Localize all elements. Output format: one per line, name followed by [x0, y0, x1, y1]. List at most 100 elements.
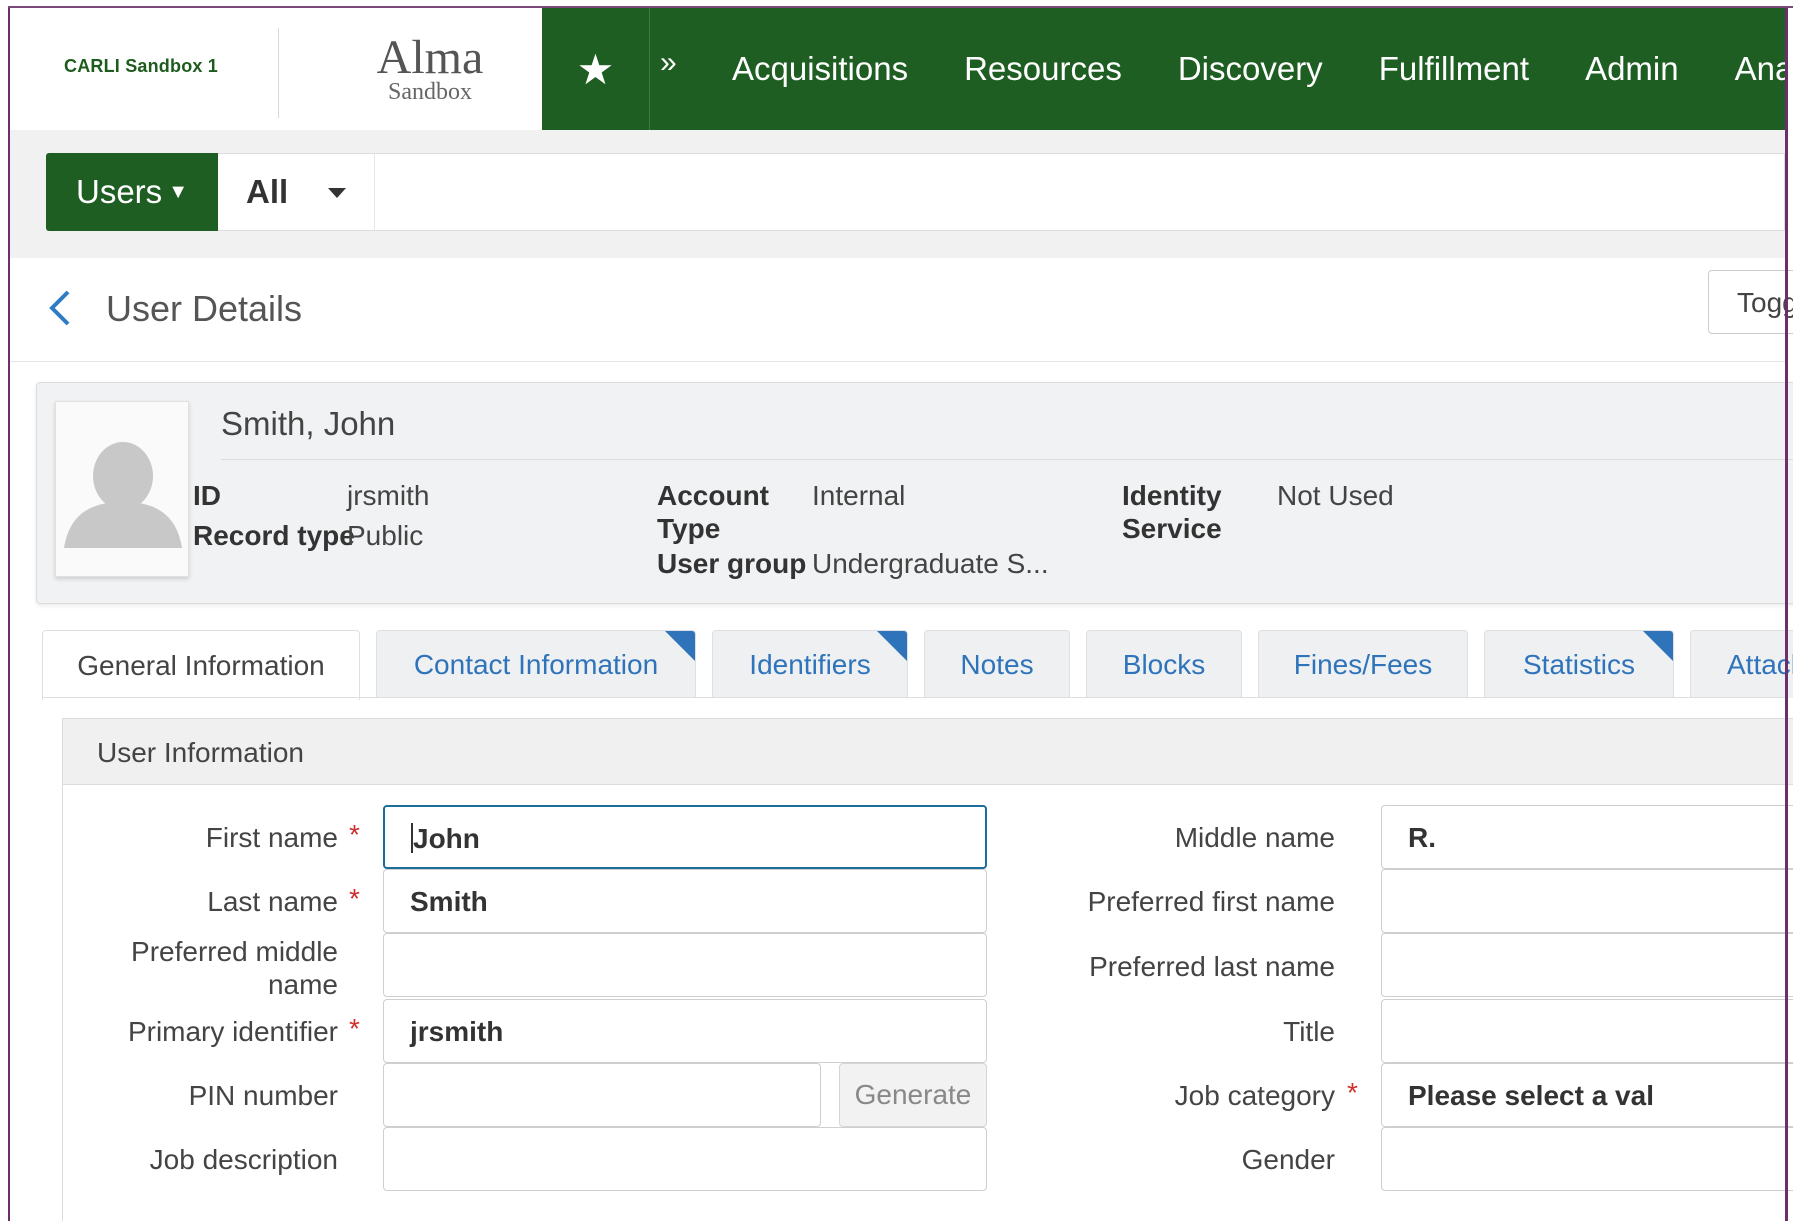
tab-label: General Information	[77, 649, 325, 681]
id-label: ID	[193, 480, 221, 511]
account-type-value: Internal	[812, 480, 906, 511]
primary-identifier-value: jrsmith	[410, 1016, 504, 1047]
gender-label: Gender	[1241, 1144, 1335, 1175]
page-header: User Details Togg	[10, 258, 1793, 362]
caret-down-icon: ▼	[168, 180, 188, 203]
preferred-middle-label-line2: name	[267, 969, 338, 1000]
gender-select[interactable]	[1381, 1127, 1793, 1191]
panel-title: User Information	[97, 737, 304, 768]
tab-label: Attach	[1727, 648, 1793, 680]
nav-item-discovery[interactable]: Discovery	[1178, 50, 1323, 88]
job-description-field[interactable]	[383, 1127, 987, 1191]
user-name: Smith, John	[221, 405, 396, 442]
last-name-value: Smith	[410, 886, 488, 917]
tab-fines-fees[interactable]: Fines/Fees	[1258, 630, 1468, 698]
nav-items: Acquisitions Resources Discovery Fulfillmen…	[732, 8, 1793, 130]
tab-flag-icon	[1643, 631, 1673, 661]
tab-notes[interactable]: Notes	[924, 630, 1070, 698]
tab-blocks[interactable]: Blocks	[1086, 630, 1242, 698]
tab-label: Contact Information	[413, 648, 659, 680]
institution-name: CARLI Sandbox 1	[64, 56, 219, 76]
record-type-label: Record type	[193, 520, 355, 551]
account-type-label-line1: Account	[657, 480, 769, 511]
tab-statistics[interactable]: Statistics	[1484, 630, 1674, 698]
avatar-silhouette-icon	[56, 402, 188, 576]
middle-name-field[interactable]: R.	[1381, 805, 1793, 869]
primary-identifier-label: Primary identifier	[127, 1016, 338, 1047]
app-window: CARLI Sandbox 1 Alma Sandbox ★ » Acquisi…	[0, 0, 1793, 1221]
middle-name-label: Middle name	[1174, 822, 1335, 853]
pin-number-label: PIN number	[188, 1080, 338, 1111]
user-summary-card: Smith, John ID jrsmith Record type Publi…	[36, 382, 1793, 604]
account-type-label-line2: Type	[657, 513, 721, 544]
last-name-label: Last name	[207, 886, 338, 917]
required-marker: *	[1347, 1077, 1358, 1108]
logo-main-text: Alma	[376, 31, 484, 84]
identity-service-label: Identity Service	[1122, 479, 1222, 545]
search-input[interactable]: All	[218, 153, 1785, 231]
search-filter-value: All	[246, 173, 289, 210]
chevron-left-icon[interactable]	[46, 286, 86, 330]
top-bar: CARLI Sandbox 1 Alma Sandbox ★ » Acquisi…	[10, 8, 1793, 130]
preferred-last-name-label: Preferred last name	[1089, 951, 1335, 982]
user-information-panel: User Information First name * John Last …	[62, 718, 1793, 1221]
search-bar: Users ▼ All	[10, 130, 1785, 258]
tab-label: Notes	[960, 648, 1034, 680]
tab-label: Statistics	[1522, 648, 1636, 680]
toggle-button[interactable]: Togg	[1708, 270, 1793, 334]
nav-item-acquisitions[interactable]: Acquisitions	[732, 50, 908, 88]
primary-identifier-field[interactable]: jrsmith	[383, 999, 987, 1063]
required-marker: *	[349, 1013, 360, 1044]
middle-name-value: R.	[1408, 822, 1436, 853]
alma-logo[interactable]: Alma Sandbox	[350, 31, 510, 105]
id-value: jrsmith	[347, 480, 430, 511]
account-type-label: Account Type	[657, 479, 769, 545]
double-chevron-right-icon[interactable]: »	[660, 46, 677, 80]
preferred-middle-name-field[interactable]	[383, 933, 987, 997]
page-title: User Details	[106, 288, 303, 329]
tab-label: Blocks	[1122, 648, 1206, 680]
first-name-label: First name	[205, 822, 338, 853]
main-nav: ★ » Acquisitions Resources Discovery Fulfil…	[542, 8, 1793, 130]
detail-tabs: General Information Contact Information …	[10, 614, 1793, 700]
pin-number-field[interactable]	[383, 1063, 821, 1127]
search-scope-label: Users	[76, 173, 163, 210]
tab-identifiers[interactable]: Identifiers	[712, 630, 908, 698]
brand-divider	[278, 28, 279, 118]
job-category-label: Job category	[1174, 1080, 1335, 1111]
panel-header: User Information	[63, 719, 1793, 785]
generate-button[interactable]: Generate	[839, 1063, 987, 1127]
caret-down-icon	[328, 188, 346, 198]
nav-item-fulfillment[interactable]: Fulfillment	[1379, 50, 1529, 88]
tab-contact-information[interactable]: Contact Information	[376, 630, 696, 698]
required-marker: *	[349, 819, 360, 850]
nav-item-admin[interactable]: Admin	[1585, 50, 1679, 88]
card-divider	[221, 459, 1793, 460]
search-filter-divider	[374, 154, 375, 230]
first-name-field[interactable]: John	[383, 805, 987, 869]
preferred-first-name-field[interactable]	[1381, 869, 1793, 933]
job-category-select[interactable]: Please select a val	[1381, 1063, 1793, 1127]
star-icon[interactable]: ★	[542, 8, 650, 130]
tabs-baseline	[42, 697, 1785, 698]
search-filter-select[interactable]: All	[218, 154, 374, 230]
tab-label: Fines/Fees	[1293, 648, 1433, 680]
identity-service-label-line1: Identity	[1122, 480, 1222, 511]
identity-service-label-line2: Service	[1122, 513, 1222, 544]
preferred-middle-name-label: Preferred middle name	[63, 935, 338, 1001]
preferred-last-name-field[interactable]	[1381, 933, 1793, 997]
nav-item-resources[interactable]: Resources	[964, 50, 1122, 88]
search-scope-button[interactable]: Users ▼	[46, 153, 218, 231]
user-group-label: User group	[657, 548, 807, 579]
last-name-field[interactable]: Smith	[383, 869, 987, 933]
identity-service-value: Not Used	[1277, 480, 1394, 511]
title-label: Title	[1283, 1016, 1335, 1047]
tab-general-information[interactable]: General Information	[42, 630, 360, 700]
tab-label: Identifiers	[749, 648, 871, 680]
required-marker: *	[349, 883, 360, 914]
user-group-value: Undergraduate S...	[812, 548, 1049, 579]
logo-sub-text: Sandbox	[388, 79, 472, 105]
title-field[interactable]	[1381, 999, 1793, 1063]
tab-flag-icon	[665, 631, 695, 661]
tab-attachments[interactable]: Attach	[1690, 630, 1793, 698]
